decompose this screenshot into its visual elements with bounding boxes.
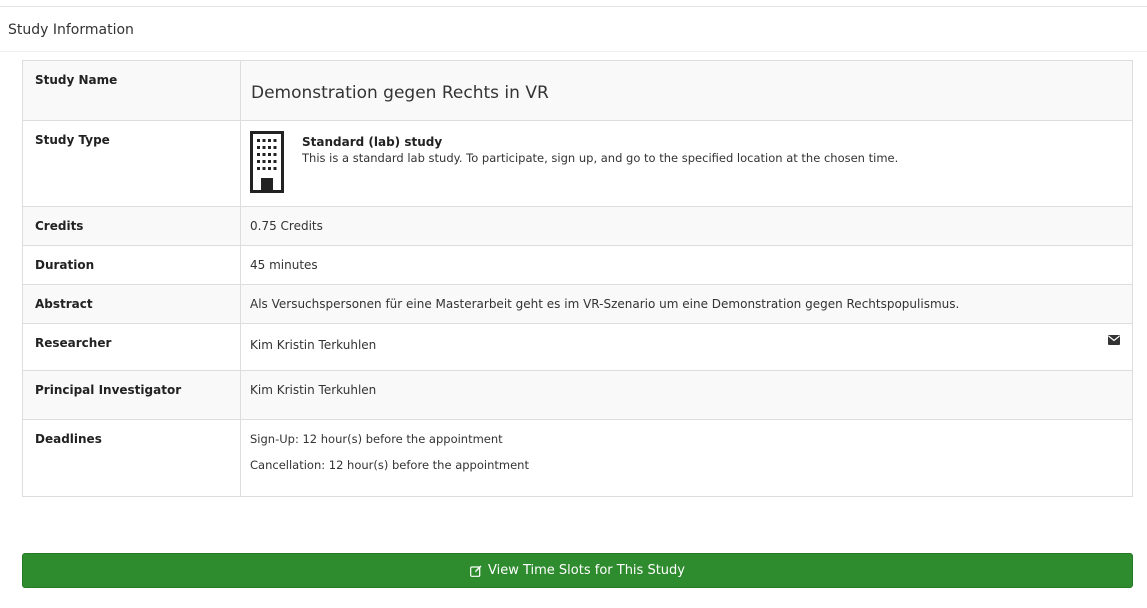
credits-value: 0.75 Credits xyxy=(240,206,1133,246)
row-researcher: Researcher Kim Kristin Terkuhlen xyxy=(22,323,1133,371)
row-study-type: Study Type Standard (lab) study This is … xyxy=(22,120,1133,207)
pi-label: Principal Investigator xyxy=(22,370,241,420)
envelope-icon[interactable] xyxy=(1108,335,1120,345)
view-time-slots-label: View Time Slots for This Study xyxy=(488,563,685,578)
study-type-label: Study Type xyxy=(22,120,241,207)
edit-icon xyxy=(470,565,482,577)
study-info-table: Study Name Demonstration gegen Rechts in… xyxy=(22,60,1133,497)
study-name-value: Demonstration gegen Rechts in VR xyxy=(240,60,1133,121)
researcher-cell: Kim Kristin Terkuhlen xyxy=(240,323,1133,371)
study-name-label: Study Name xyxy=(22,60,241,121)
study-type-title: Standard (lab) study xyxy=(302,135,443,149)
view-time-slots-button[interactable]: View Time Slots for This Study xyxy=(22,553,1133,588)
abstract-label: Abstract xyxy=(22,284,241,324)
pi-value: Kim Kristin Terkuhlen xyxy=(240,370,1133,420)
signup-deadline: Sign-Up: 12 hour(s) before the appointme… xyxy=(250,432,503,446)
row-study-name: Study Name Demonstration gegen Rechts in… xyxy=(22,60,1133,121)
deadlines-cell: Sign-Up: 12 hour(s) before the appointme… xyxy=(240,419,1133,497)
duration-label: Duration xyxy=(22,245,241,285)
deadlines-label: Deadlines xyxy=(22,419,241,497)
researcher-name: Kim Kristin Terkuhlen xyxy=(250,338,377,352)
row-principal-investigator: Principal Investigator Kim Kristin Terku… xyxy=(22,370,1133,420)
panel-title: Study Information xyxy=(0,7,1147,52)
row-credits: Credits 0.75 Credits xyxy=(22,206,1133,246)
abstract-value: Als Versuchspersonen für eine Masterarbe… xyxy=(240,284,1133,324)
building-icon xyxy=(250,131,284,193)
study-type-cell: Standard (lab) study This is a standard … xyxy=(240,120,1133,207)
cancellation-deadline: Cancellation: 12 hour(s) before the appo… xyxy=(250,458,529,472)
researcher-label: Researcher xyxy=(22,323,241,371)
duration-value: 45 minutes xyxy=(240,245,1133,285)
credits-label: Credits xyxy=(22,206,241,246)
study-type-description: This is a standard lab study. To partici… xyxy=(302,151,899,165)
row-duration: Duration 45 minutes xyxy=(22,245,1133,285)
row-abstract: Abstract Als Versuchspersonen für eine M… xyxy=(22,284,1133,324)
row-deadlines: Deadlines Sign-Up: 12 hour(s) before the… xyxy=(22,419,1133,497)
